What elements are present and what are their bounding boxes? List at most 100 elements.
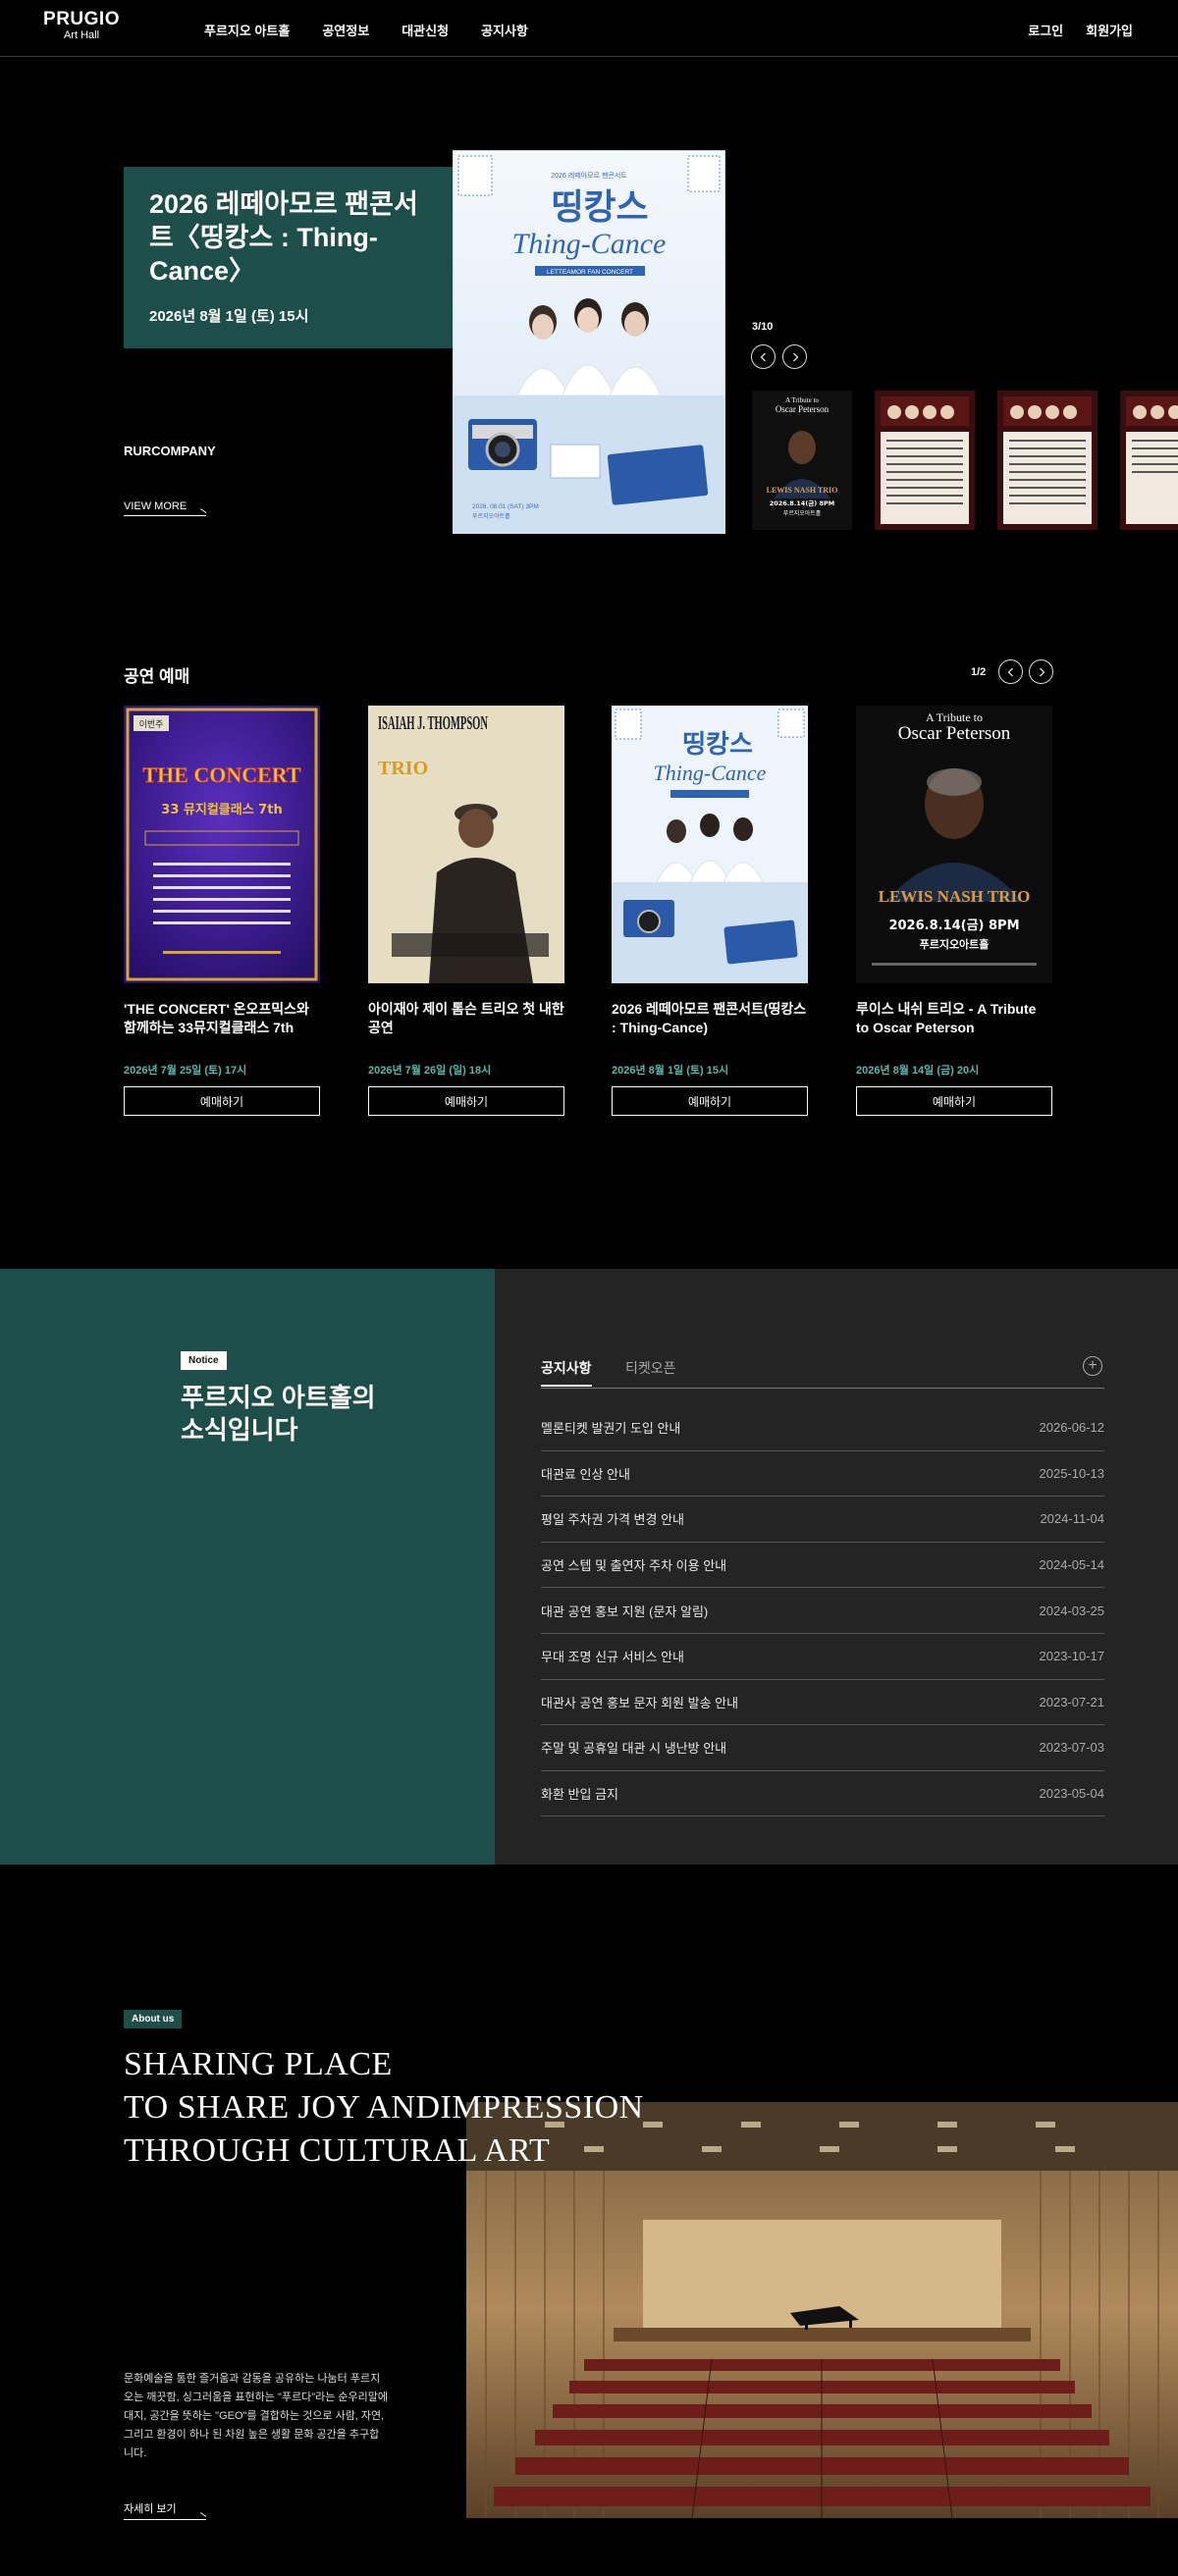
logo[interactable]: PRUGIO Art Hall bbox=[43, 10, 120, 41]
hero-thumb[interactable] bbox=[1120, 391, 1178, 530]
notice-item-title: 대관 공연 홍보 지원 (문자 알림) bbox=[541, 1603, 709, 1619]
notice-intro-panel bbox=[0, 1269, 495, 1865]
card-date: 2026년 8월 1일 (토) 15시 bbox=[612, 1065, 729, 1077]
list-item[interactable]: 화환 반입 금지 2023-05-04 bbox=[541, 1771, 1104, 1817]
nav-item-notice[interactable]: 공지사항 bbox=[481, 21, 528, 39]
hero-thumb[interactable]: A Tribute to Oscar Peterson LEWIS NASH T… bbox=[752, 391, 852, 530]
performance-card: 띵캉스 Thing-Cance 2026 레떼아모르 팬콘서트(띵캉스 : Th… bbox=[612, 706, 808, 1116]
card-poster-art: 이번주 THE CONCERT 33 뮤지컬클래스 7th bbox=[124, 706, 320, 983]
card-badge: 이번주 bbox=[139, 719, 164, 730]
performance-card: 이번주 THE CONCERT 33 뮤지컬클래스 7th 'THE CONCE… bbox=[124, 706, 320, 1116]
tab-ticket-open[interactable]: 티켓오픈 bbox=[625, 1358, 676, 1378]
auth-links: 로그인 회원가입 bbox=[1005, 21, 1133, 39]
card-poster-main: ISAIAH J. THOMPSON bbox=[378, 712, 488, 734]
card-poster-sub: 33 뮤지컬클래스 7th bbox=[161, 803, 282, 817]
card-poster-venue: 푸르지오아트홀 bbox=[920, 937, 990, 951]
tab-notice[interactable]: 공지사항 bbox=[541, 1358, 592, 1387]
about-heading-line3: THROUGH CULTURAL ART bbox=[124, 2132, 551, 2169]
card-poster-art: A Tribute to Oscar Peterson LEWIS NASH T… bbox=[856, 706, 1052, 983]
arrow-right-icon bbox=[124, 2519, 206, 2520]
card-poster[interactable]: A Tribute to Oscar Peterson LEWIS NASH T… bbox=[856, 706, 1052, 983]
card-poster-main: A Tribute to bbox=[926, 710, 983, 724]
card-poster-sub: Thing-Cance bbox=[654, 761, 767, 785]
notice-item-title: 대관료 인상 안내 bbox=[541, 1466, 630, 1482]
card-poster-date: 2026.8.14(금) 8PM bbox=[888, 919, 1019, 933]
card-poster[interactable]: 이번주 THE CONCERT 33 뮤지컬클래스 7th bbox=[124, 706, 320, 983]
card-poster-main: 띵캉스 bbox=[682, 730, 753, 760]
card-poster-art: 띵캉스 Thing-Cance bbox=[612, 706, 808, 983]
card-poster-main: THE CONCERT bbox=[142, 762, 301, 787]
book-button[interactable]: 예매하기 bbox=[124, 1086, 320, 1116]
card-poster-name: LEWIS NASH TRIO bbox=[879, 887, 1031, 906]
view-more-label: VIEW MORE bbox=[124, 500, 187, 512]
hero-info-box: 2026 레떼아모르 팬콘서트〈띵캉스 : Thing-Cance〉 2026년… bbox=[124, 167, 453, 348]
view-more-link[interactable]: VIEW MORE bbox=[124, 500, 207, 516]
list-item[interactable]: 무대 조명 신규 서비스 안내 2023-10-17 bbox=[541, 1634, 1104, 1680]
list-item[interactable]: 대관사 공연 홍보 문자 회원 발송 안내 2023-07-21 bbox=[541, 1680, 1104, 1726]
list-item[interactable]: 평일 주차권 가격 변경 안내 2024-11-04 bbox=[541, 1497, 1104, 1543]
about-more-link[interactable]: 자세히 보기 bbox=[124, 2500, 207, 2520]
card-title: 아이재아 제이 톰슨 트리오 첫 내한 공연 bbox=[368, 1001, 564, 1035]
nav-item-arthall[interactable]: 푸르지오 아트홀 bbox=[204, 21, 290, 39]
book-button[interactable]: 예매하기 bbox=[856, 1086, 1052, 1116]
list-item[interactable]: 공연 스텝 및 출연자 주차 이용 안내 2024-05-14 bbox=[541, 1543, 1104, 1589]
booking-next-button[interactable] bbox=[1029, 659, 1053, 684]
notice-badge: Notice bbox=[181, 1351, 227, 1370]
nav-item-performance[interactable]: 공연정보 bbox=[322, 21, 369, 39]
card-date: 2026년 7월 25일 (토) 17시 bbox=[124, 1065, 247, 1077]
hero-thumb[interactable] bbox=[875, 391, 975, 530]
card-poster[interactable]: 띵캉스 Thing-Cance bbox=[612, 706, 808, 983]
notice-item-date: 2024-11-04 bbox=[1040, 1511, 1104, 1527]
card-date: 2026년 7월 26일 (일) 18시 bbox=[368, 1065, 492, 1077]
chevron-left-icon bbox=[1007, 667, 1013, 676]
about-more-label: 자세히 보기 bbox=[124, 2503, 177, 2515]
notice-item-title: 멜론티켓 발권기 도입 안내 bbox=[541, 1421, 681, 1437]
hero-poster-main: 띵캉스 bbox=[551, 187, 648, 228]
hero-next-button[interactable] bbox=[782, 344, 807, 369]
card-poster-sub: TRIO bbox=[378, 758, 428, 779]
thumb-date: 2026.8.14(금) 8PM bbox=[770, 499, 835, 507]
notice-item-date: 2023-05-04 bbox=[1039, 1786, 1105, 1802]
notice-item-date: 2024-05-14 bbox=[1039, 1557, 1105, 1573]
hero-poster-bottom: 2026. 08.01 (SAT) 3PM bbox=[472, 503, 539, 510]
notice-item-title: 주말 및 공휴일 대관 시 냉난방 안내 bbox=[541, 1741, 727, 1757]
nav-item-rental[interactable]: 대관신청 bbox=[402, 21, 449, 39]
thumb-name: LEWIS NASH TRIO bbox=[767, 486, 838, 495]
notice-item-title: 평일 주차권 가격 변경 안내 bbox=[541, 1512, 685, 1528]
notice-item-title: 화환 반입 금지 bbox=[541, 1787, 618, 1803]
book-button[interactable]: 예매하기 bbox=[368, 1086, 564, 1116]
list-item[interactable]: 멜론티켓 발권기 도입 안내 2026-06-12 bbox=[541, 1405, 1104, 1451]
logo-subtext: Art Hall bbox=[63, 29, 100, 41]
hero-thumb[interactable] bbox=[997, 391, 1098, 530]
notice-item-title: 대관사 공연 홍보 문자 회원 발송 안내 bbox=[541, 1695, 739, 1710]
notice-item-date: 2025-10-13 bbox=[1039, 1465, 1105, 1481]
card-date: 2026년 8월 14일 (금) 20시 bbox=[856, 1065, 980, 1077]
performance-card: ISAIAH J. THOMPSON TRIO 아이재아 제이 톰슨 트리오 첫… bbox=[368, 706, 564, 1116]
hero-prev-button[interactable] bbox=[751, 344, 776, 369]
login-link[interactable]: 로그인 bbox=[1028, 21, 1063, 39]
list-item[interactable]: 대관 공연 홍보 지원 (문자 알림) 2024-03-25 bbox=[541, 1588, 1104, 1634]
card-title: 'THE CONCERT' 온오프믹스와 함께하는 33뮤지컬클래스 7th bbox=[124, 1001, 309, 1035]
about-heading-line1: SHARING PLACE bbox=[124, 2046, 393, 2082]
notice-heading: 푸르지오 아트홀의 소식입니다 bbox=[181, 1382, 376, 1446]
hero-slide-counter: 3/10 bbox=[752, 321, 774, 333]
site-header: PRUGIO Art Hall 푸르지오 아트홀 공연정보 대관신청 공지사항 … bbox=[0, 0, 1178, 57]
hero-poster[interactable]: 2026 레떼아모르 팬콘서트 띵캉스 Thing-Cance LETTEAMO… bbox=[453, 150, 725, 534]
more-notice-plus-icon[interactable]: + bbox=[1083, 1356, 1102, 1376]
list-item[interactable]: 주말 및 공휴일 대관 시 냉난방 안내 2023-07-03 bbox=[541, 1725, 1104, 1771]
card-poster[interactable]: ISAIAH J. THOMPSON TRIO bbox=[368, 706, 564, 983]
list-item[interactable]: 대관료 인상 안내 2025-10-13 bbox=[541, 1451, 1104, 1498]
logo-text: PRUGIO bbox=[43, 9, 120, 29]
card-poster-art: ISAIAH J. THOMPSON TRIO bbox=[368, 706, 564, 983]
book-button[interactable]: 예매하기 bbox=[612, 1086, 808, 1116]
thumb-line1: A Tribute to bbox=[785, 396, 819, 404]
performance-card: A Tribute to Oscar Peterson LEWIS NASH T… bbox=[856, 706, 1052, 1116]
card-poster-sub: Oscar Peterson bbox=[898, 723, 1011, 744]
signup-link[interactable]: 회원가입 bbox=[1086, 21, 1133, 39]
chevron-right-icon bbox=[792, 352, 798, 361]
booking-prev-button[interactable] bbox=[998, 659, 1023, 684]
card-title: 2026 레떼아모르 팬콘서트(띵캉스 : Thing-Cance) bbox=[612, 1001, 807, 1035]
about-heading-line2: TO SHARE JOY ANDIMPRESSION bbox=[124, 2089, 644, 2126]
about-badge: About us bbox=[124, 2010, 183, 2028]
notice-item-title: 공연 스텝 및 출연자 주차 이용 안내 bbox=[541, 1558, 727, 1574]
